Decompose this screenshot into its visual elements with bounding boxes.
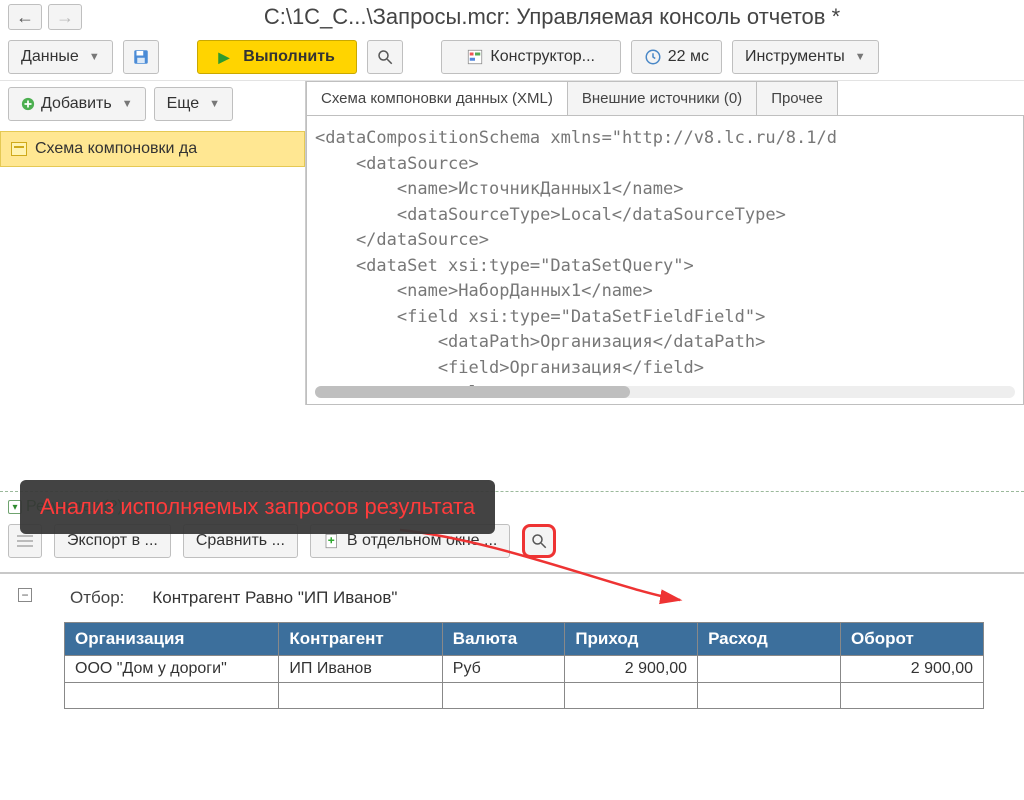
table-row[interactable]: ООО "Дом у дороги" ИП Иванов Руб 2 900,0… xyxy=(65,656,984,683)
cell-expense xyxy=(698,656,841,683)
tree-item-schema[interactable]: Схема компоновки да xyxy=(0,131,305,167)
table-row[interactable] xyxy=(65,683,984,709)
save-icon xyxy=(132,48,150,66)
cell-organization: ООО "Дом у дороги" xyxy=(65,656,279,683)
execute-button-label: Выполнить xyxy=(243,48,335,66)
schema-icon xyxy=(11,142,27,156)
analyze-queries-button[interactable] xyxy=(522,524,556,558)
horizontal-scrollbar[interactable] xyxy=(315,386,1015,398)
xml-content: <dataCompositionSchema xmlns="http://v8.… xyxy=(315,126,1015,405)
col-currency[interactable]: Валюта xyxy=(442,623,565,656)
xml-editor[interactable]: <dataCompositionSchema xmlns="http://v8.… xyxy=(306,115,1024,405)
plus-circle-icon xyxy=(21,97,35,111)
chevron-down-icon: ▼ xyxy=(209,98,220,110)
col-turnover[interactable]: Оборот xyxy=(841,623,984,656)
clock-icon xyxy=(644,48,662,66)
constructor-button-label: Конструктор... xyxy=(490,48,595,66)
grid-icon xyxy=(17,535,33,547)
tab-other[interactable]: Прочее xyxy=(757,81,838,115)
more-button-label: Еще xyxy=(167,95,200,113)
filter-label: Отбор: xyxy=(70,588,124,608)
annotation-tooltip: Анализ исполняемых запросов результата xyxy=(20,480,495,534)
col-income[interactable]: Приход xyxy=(565,623,698,656)
constructor-icon xyxy=(466,48,484,66)
data-dropdown-button[interactable]: Данные ▼ xyxy=(8,40,113,74)
add-button-label: Добавить xyxy=(41,95,112,113)
col-expense[interactable]: Расход xyxy=(698,623,841,656)
add-button[interactable]: Добавить ▼ xyxy=(8,87,146,121)
nav-back-button[interactable]: ← xyxy=(8,4,42,30)
window-title: C:\1C_C...\Запросы.mcr: Управляемая конс… xyxy=(88,4,1016,30)
table-header-row: Организация Контрагент Валюта Приход Рас… xyxy=(65,623,984,656)
cell-income: 2 900,00 xyxy=(565,656,698,683)
time-label: 22 мс xyxy=(668,48,709,66)
magnifier-icon xyxy=(530,532,548,550)
compare-button-label: Сравнить ... xyxy=(196,532,285,550)
tools-dropdown-label: Инструменты xyxy=(745,48,845,66)
export-button-label: Экспорт в ... xyxy=(67,532,158,550)
tab-external-sources[interactable]: Внешние источники (0) xyxy=(568,81,757,115)
col-organization[interactable]: Организация xyxy=(65,623,279,656)
col-counterparty[interactable]: Контрагент xyxy=(279,623,442,656)
cell-currency: Руб xyxy=(442,656,565,683)
constructor-button[interactable]: Конструктор... xyxy=(441,40,621,74)
magnifier-icon xyxy=(376,48,394,66)
tools-dropdown-button[interactable]: Инструменты ▼ xyxy=(732,40,879,74)
result-table: Организация Контрагент Валюта Приход Рас… xyxy=(64,622,984,709)
open-window-label: В отдельном окне ... xyxy=(347,532,497,550)
collapse-filter-icon[interactable]: − xyxy=(18,588,32,602)
save-button[interactable] xyxy=(123,40,159,74)
tree-item-label: Схема компоновки да xyxy=(35,140,197,158)
nav-forward-button[interactable]: → xyxy=(48,4,82,30)
more-button[interactable]: Еще ▼ xyxy=(154,87,233,121)
filter-value: Контрагент Равно "ИП Иванов" xyxy=(152,588,397,608)
data-dropdown-label: Данные xyxy=(21,48,79,66)
time-indicator: 22 мс xyxy=(631,40,722,74)
chevron-down-icon: ▼ xyxy=(855,51,866,63)
new-window-icon xyxy=(323,532,341,550)
chevron-down-icon: ▼ xyxy=(89,51,100,63)
execute-button[interactable]: Выполнить xyxy=(197,40,357,74)
cell-turnover: 2 900,00 xyxy=(841,656,984,683)
tab-schema-xml[interactable]: Схема компоновки данных (XML) xyxy=(306,81,568,115)
execute-search-button[interactable] xyxy=(367,40,403,74)
cell-counterparty: ИП Иванов xyxy=(279,656,442,683)
chevron-down-icon: ▼ xyxy=(122,98,133,110)
